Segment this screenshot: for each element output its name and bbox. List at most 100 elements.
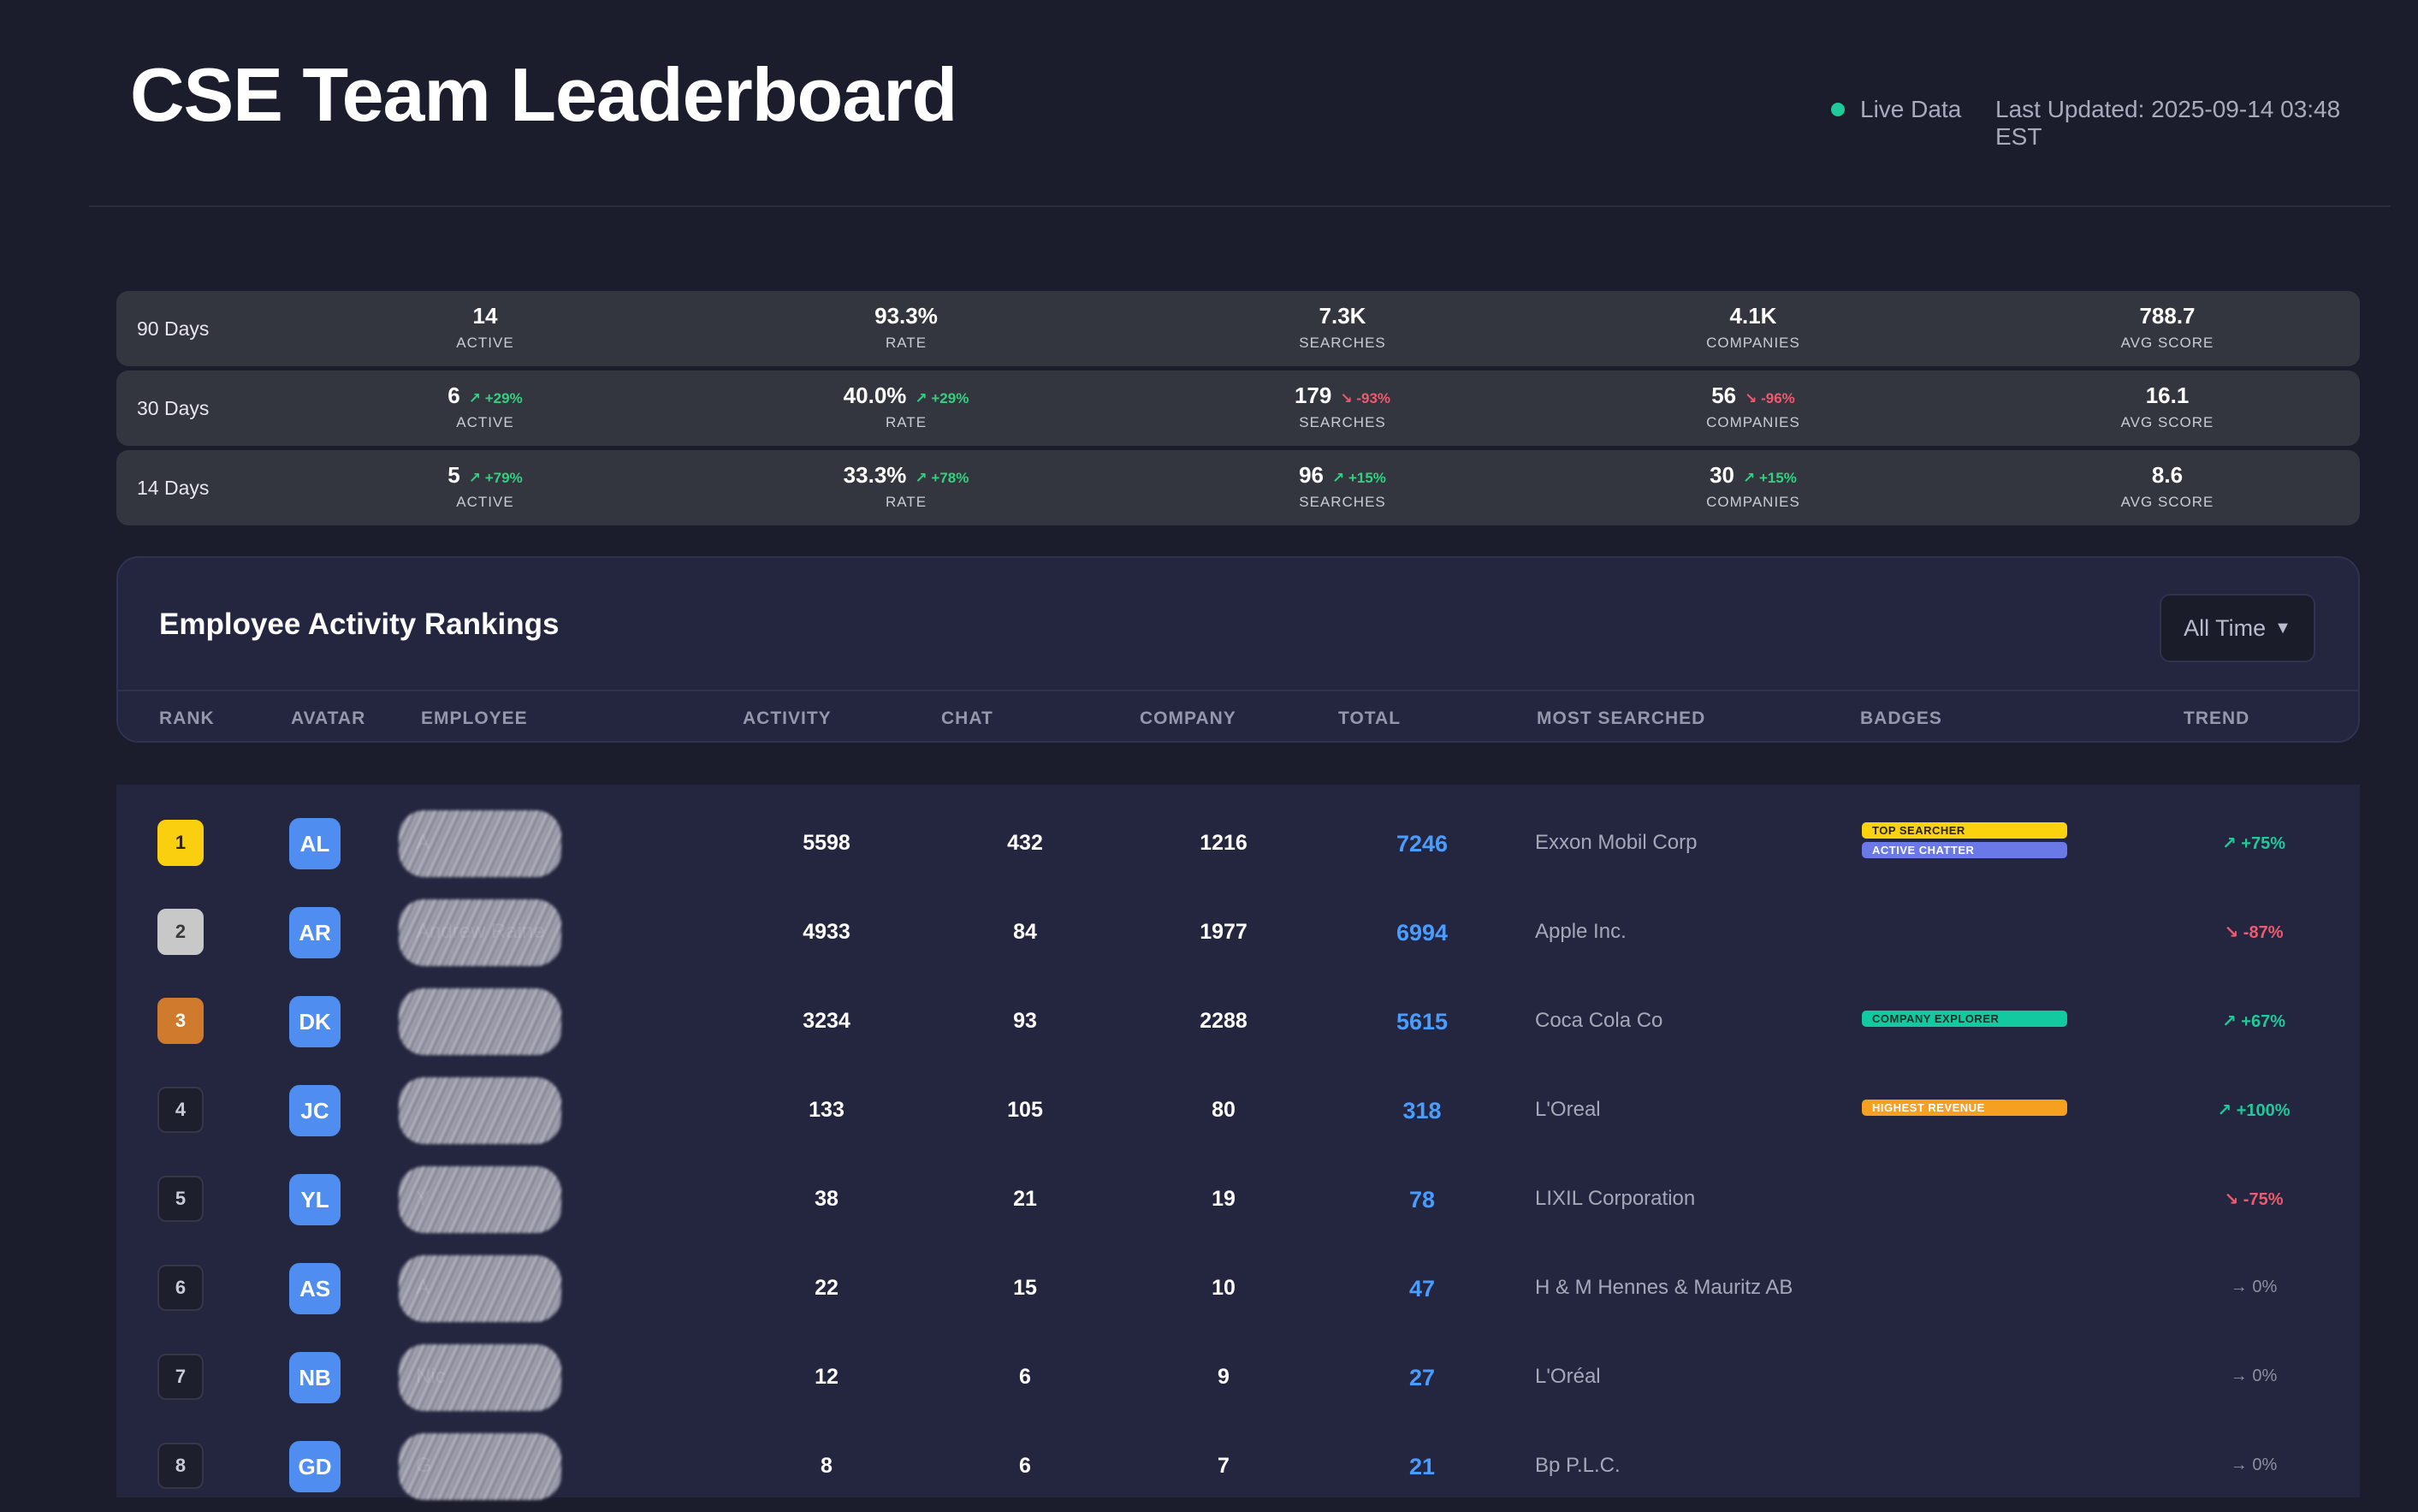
total-count: 5615	[1396, 1009, 1449, 1035]
column-header: MOST SEARCHED	[1537, 709, 1706, 728]
stat-label: AVG SCORE	[2120, 335, 2214, 351]
total-count: 6994	[1396, 920, 1449, 946]
rank-badge: 7	[157, 1354, 204, 1400]
stats-row: 14 Days 5 ↗ +79% ACTIVE 33.3% ↗ +78% RATE 96 ↗ +…	[116, 450, 2360, 525]
stat-label: COMPANIES	[1706, 494, 1800, 510]
badges-group: COMPANY EXPLORER	[1862, 1011, 2067, 1030]
trend-indicator: ↘ -75%	[2224, 1190, 2284, 1209]
redaction-scribble	[399, 988, 561, 1055]
redaction-scribble	[399, 1344, 561, 1411]
stat-change: ↗ +78%	[915, 470, 969, 486]
stat-label: ACTIVE	[456, 335, 514, 351]
total-count: 78	[1408, 1187, 1436, 1213]
achievement-badge: TOP SEARCHER	[1862, 822, 2067, 839]
time-range-value: All Time	[2184, 614, 2267, 641]
rankings-table-body: 1ALA559843212167246Exxon Mobil CorpTOP S…	[116, 785, 2360, 1500]
stat-cell: 179 ↘ -93% SEARCHES	[1214, 382, 1471, 431]
redaction-scribble	[399, 1433, 561, 1500]
stats-row: 90 Days 14 ACTIVE 93.3% RATE 7.3K SEARCHES 4.1K…	[116, 291, 2360, 366]
column-header: BADGES	[1860, 709, 1942, 728]
trend-indicator: ↗ +100%	[2217, 1101, 2291, 1120]
activity-count: 3234	[803, 1009, 850, 1033]
rankings-title: Employee Activity Rankings	[159, 608, 560, 641]
activity-count: 12	[815, 1365, 839, 1389]
stat-cell: 788.7 AVG SCORE	[2039, 303, 2296, 352]
badges-group: HIGHEST REVENUE	[1862, 1100, 2067, 1119]
stat-cell: 5 ↗ +79% ACTIVE	[357, 462, 613, 511]
stat-value: 96	[1299, 462, 1324, 488]
total-count: 21	[1408, 1454, 1436, 1479]
stat-label: SEARCHES	[1299, 494, 1386, 510]
chevron-down-icon: ▼	[2274, 618, 2291, 637]
trend-indicator: → 0%	[2230, 1367, 2278, 1385]
stat-cell: 33.3% ↗ +78% RATE	[778, 462, 1034, 511]
chat-count: 21	[1013, 1187, 1037, 1211]
table-row[interactable]: 1ALA559843212167246Exxon Mobil CorpTOP S…	[116, 800, 2360, 889]
activity-count: 38	[815, 1187, 839, 1211]
activity-count: 5598	[803, 831, 850, 855]
achievement-badge: COMPANY EXPLORER	[1862, 1011, 2067, 1027]
stat-value: 16.1	[2145, 382, 2190, 408]
table-row[interactable]: 8GDG86721Bp P.L.C.→ 0%	[116, 1423, 2360, 1512]
chat-count: 432	[1007, 831, 1043, 855]
stat-change: ↗ +29%	[915, 390, 969, 406]
chat-count: 15	[1013, 1276, 1037, 1300]
avatar: DK	[289, 996, 341, 1047]
table-row[interactable]: 7NBNic126927L'Oréal→ 0%	[116, 1334, 2360, 1423]
stats-row: 30 Days 6 ↗ +29% ACTIVE 40.0% ↗ +29% RATE 179 ↘ …	[116, 371, 2360, 446]
badges-group: TOP SEARCHER ACTIVE CHATTER	[1862, 822, 2067, 862]
stat-value: 93.3%	[874, 303, 938, 329]
trend-indicator: → 0%	[2230, 1456, 2278, 1474]
stat-label: AVG SCORE	[2120, 494, 2214, 510]
stat-cell: 6 ↗ +29% ACTIVE	[357, 382, 613, 431]
company-count: 2288	[1200, 1009, 1248, 1033]
stat-label: ACTIVE	[456, 414, 514, 430]
most-searched-company: Coca Cola Co	[1535, 1009, 1663, 1032]
stat-label: RATE	[885, 414, 927, 430]
stat-value: 788.7	[2139, 303, 2196, 329]
activity-count: 133	[809, 1098, 845, 1122]
redaction-scribble	[399, 899, 561, 966]
stat-cell: 4.1K COMPANIES	[1625, 303, 1882, 352]
most-searched-company: Apple Inc.	[1535, 920, 1627, 943]
table-row[interactable]: 6ASA22151047H & M Hennes & Mauritz AB→ 0…	[116, 1245, 2360, 1334]
table-row[interactable]: 4 JC 133 105 80 318 L'Oreal HIGHEST REVENUE ↗ +1…	[116, 1067, 2360, 1156]
stat-value: 56	[1711, 382, 1737, 408]
stats-period-label: 90 Days	[137, 317, 210, 340]
stat-cell: 56 ↘ -96% COMPANIES	[1625, 382, 1882, 431]
avatar: YL	[289, 1174, 341, 1225]
rankings-panel: Employee Activity Rankings All Time ▼ RA…	[116, 556, 2360, 743]
most-searched-company: Bp P.L.C.	[1535, 1454, 1621, 1477]
table-row[interactable]: 5YLY38211978LIXIL Corporation↘ -75%	[116, 1156, 2360, 1245]
achievement-badge: ACTIVE CHATTER	[1862, 842, 2067, 858]
achievement-badge: HIGHEST REVENUE	[1862, 1100, 2067, 1116]
stats-summary: 90 Days 14 ACTIVE 93.3% RATE 7.3K SEARCHES 4.1K…	[116, 291, 2360, 530]
stat-label: RATE	[885, 494, 927, 510]
page-title: CSE Team Leaderboard	[130, 52, 957, 137]
stats-period-label: 30 Days	[137, 397, 210, 419]
stat-value: 30	[1710, 462, 1734, 488]
trend-indicator: ↘ -87%	[2224, 923, 2284, 942]
table-row[interactable]: 2ARAndrew Raine49338419776994Apple Inc.↘…	[116, 889, 2360, 978]
stat-value: 33.3%	[843, 462, 907, 488]
stat-cell: 7.3K SEARCHES	[1214, 303, 1471, 352]
column-header: AVATAR	[291, 709, 366, 728]
activity-count: 4933	[803, 920, 850, 944]
stat-cell: 96 ↗ +15% SEARCHES	[1214, 462, 1471, 511]
table-row[interactable]: 3 DK 3234 93 2288 5615 Coca Cola Co COMPANY EXP…	[116, 978, 2360, 1067]
live-status-dot-icon	[1831, 103, 1845, 116]
total-count: 7246	[1396, 831, 1449, 857]
most-searched-company: L'Oréal	[1535, 1365, 1601, 1388]
time-range-select[interactable]: All Time ▼	[2160, 594, 2315, 662]
chat-count: 105	[1007, 1098, 1043, 1122]
rank-badge: 2	[157, 909, 204, 955]
stat-value: 5	[447, 462, 460, 488]
stat-label: COMPANIES	[1706, 414, 1800, 430]
avatar: AS	[289, 1263, 341, 1314]
total-count: 318	[1402, 1098, 1442, 1124]
avatar: GD	[289, 1441, 341, 1492]
chat-count: 6	[1019, 1365, 1031, 1389]
trend-indicator: ↗ +67%	[2221, 1012, 2286, 1031]
stat-change: ↗ +15%	[1743, 470, 1797, 486]
most-searched-company: H & M Hennes & Mauritz AB	[1535, 1276, 1793, 1299]
